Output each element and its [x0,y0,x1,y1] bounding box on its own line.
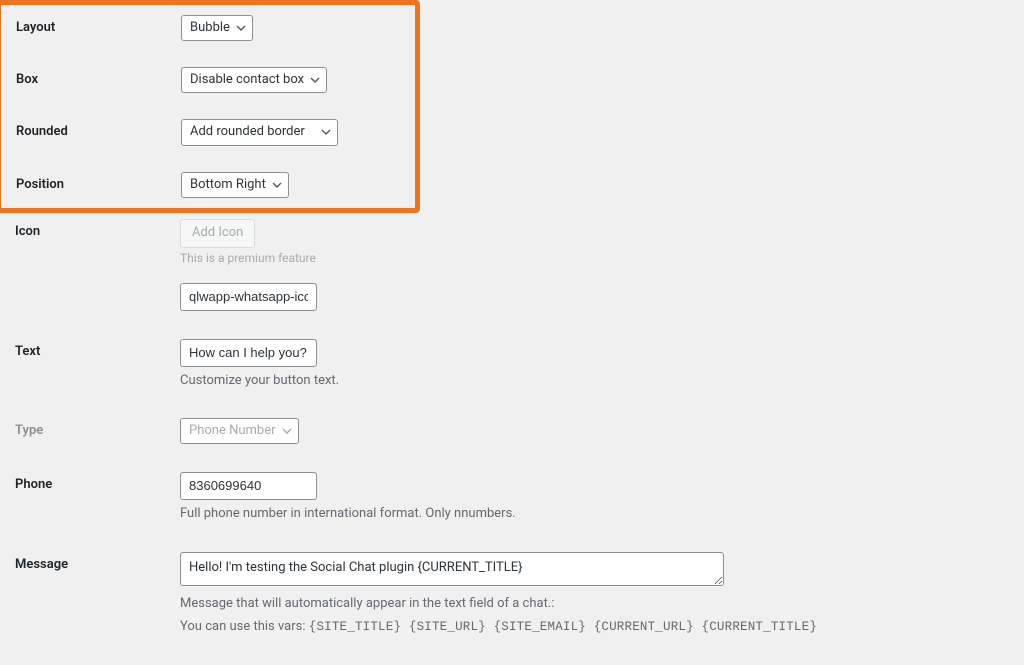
phone-description: Full phone number in international forma… [180,505,900,523]
box-select-value: Disable contact box [190,71,304,89]
highlighted-options-group: Layout Bubble Box Disable contact box Ro… [0,0,420,213]
rounded-select-value: Add rounded border [190,123,305,141]
type-select: Phone Number [180,418,299,444]
message-textarea[interactable] [180,552,724,586]
layout-select[interactable]: Bubble [181,15,253,41]
layout-select-value: Bubble [190,19,230,37]
message-description-2: You can use this vars: {SITE_TITLE} {SIT… [180,618,900,637]
phone-label: Phone [0,472,180,492]
vars-code: {SITE_TITLE} {SITE_URL} {SITE_EMAIL} {CU… [309,620,817,634]
chevron-down-icon [236,23,246,33]
chevron-down-icon [321,127,331,137]
chevron-down-icon [272,180,282,190]
position-label: Position [1,172,181,192]
type-select-value: Phone Number [189,422,276,440]
message-label: Message [0,552,180,572]
icon-css-input[interactable] [180,283,317,311]
box-label: Box [1,67,181,87]
type-label: Type [0,418,180,438]
position-select-value: Bottom Right [190,176,266,194]
rounded-select[interactable]: Add rounded border [181,119,338,145]
position-select[interactable]: Bottom Right [181,172,289,198]
message-description-1: Message that will automatically appear i… [180,595,900,613]
rounded-label: Rounded [1,119,181,139]
premium-note: This is a premium feature [180,251,900,265]
layout-label: Layout [1,15,181,35]
button-text-input[interactable] [180,339,317,367]
box-select[interactable]: Disable contact box [181,67,327,93]
icon-label: Icon [0,219,180,239]
vars-prefix: You can use this vars: [180,619,309,634]
chevron-down-icon [310,75,320,85]
add-icon-button: Add Icon [180,219,255,248]
chevron-down-icon [282,426,292,436]
text-label: Text [0,339,180,359]
phone-input[interactable] [180,472,317,500]
text-description: Customize your button text. [180,372,900,390]
